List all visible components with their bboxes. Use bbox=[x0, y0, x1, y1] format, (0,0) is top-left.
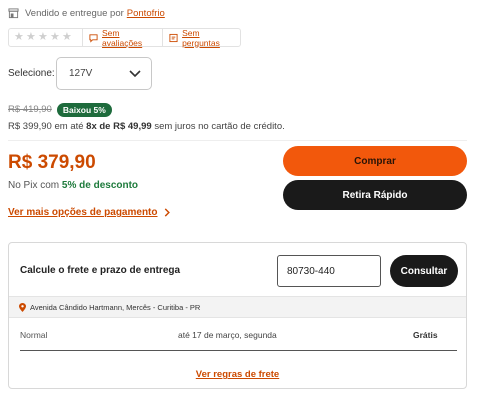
shipping-calculator: Calcule o frete e prazo de entrega Consu… bbox=[8, 242, 467, 389]
delivery-address: Avenida Cândido Hartmann, Mercês - Curit… bbox=[9, 296, 466, 318]
shipping-rules-container: Ver regras de frete bbox=[9, 369, 466, 380]
seller-info: Vendido e entregue por Pontofrio bbox=[8, 5, 165, 21]
buy-button[interactable]: Comprar bbox=[283, 146, 467, 176]
pix-prefix: No Pix com bbox=[8, 180, 60, 191]
star-icon: ★ bbox=[50, 31, 60, 43]
installments-suffix: sem juros no cartão de crédito. bbox=[154, 121, 285, 132]
shipping-price: Grátis bbox=[413, 330, 438, 340]
shipping-eta: até 17 de março, segunda bbox=[178, 330, 277, 340]
store-icon bbox=[8, 7, 19, 18]
questions-link[interactable]: Sem perguntas bbox=[163, 27, 240, 48]
star-icon: ★ bbox=[38, 31, 48, 43]
chat-icon bbox=[89, 33, 98, 43]
rating-summary: ★ ★ ★ ★ ★ Sem avaliações Sem perguntas bbox=[8, 27, 241, 48]
location-pin-icon bbox=[19, 302, 26, 312]
chevron-right-icon bbox=[164, 208, 170, 217]
chevron-down-icon bbox=[129, 69, 141, 77]
discount-badge: Baixou 5% bbox=[56, 102, 112, 117]
shipping-divider bbox=[20, 350, 457, 351]
more-payment-options-link[interactable]: Ver mais opções de pagamento bbox=[8, 207, 171, 218]
star-rating: ★ ★ ★ ★ ★ bbox=[9, 29, 83, 46]
shipping-rules-link[interactable]: Ver regras de frete bbox=[196, 369, 279, 380]
quick-pickup-button[interactable]: Retira Rápido bbox=[283, 180, 467, 210]
star-icon: ★ bbox=[14, 31, 24, 43]
voltage-selected-value: 127V bbox=[69, 68, 93, 79]
voltage-select[interactable]: 127V bbox=[56, 57, 152, 90]
installments-count: 8x de R$ 49,99 bbox=[86, 121, 152, 132]
address-text: Avenida Cândido Hartmann, Mercês - Curit… bbox=[30, 302, 201, 312]
consult-button[interactable]: Consultar bbox=[390, 255, 458, 287]
cep-input[interactable] bbox=[277, 255, 381, 287]
star-icon: ★ bbox=[62, 31, 72, 43]
seller-link[interactable]: Pontofrio bbox=[127, 8, 165, 19]
divider bbox=[8, 140, 467, 141]
reviews-link-label: Sem avaliações bbox=[102, 27, 143, 48]
pix-discount-info: No Pix com 5% de desconto bbox=[8, 180, 138, 191]
seller-prefix: Vendido e entregue por bbox=[25, 7, 124, 19]
shipping-title: Calcule o frete e prazo de entrega bbox=[20, 265, 181, 276]
variant-label: Selecione: bbox=[8, 68, 55, 79]
more-payment-options-label: Ver mais opções de pagamento bbox=[8, 207, 158, 218]
pix-discount: 5% de desconto bbox=[61, 180, 139, 191]
reviews-link[interactable]: Sem avaliações bbox=[83, 27, 164, 48]
shipping-option-row: Normal até 17 de março, segunda Grátis bbox=[9, 328, 466, 346]
question-box-icon bbox=[169, 33, 178, 42]
installments-prefix: R$ 399,90 em até bbox=[8, 121, 84, 132]
star-icon: ★ bbox=[26, 31, 36, 43]
old-price: R$ 419,90 bbox=[8, 104, 52, 115]
old-price-row: R$ 419,90 Baixou 5% bbox=[8, 102, 112, 117]
shipping-type: Normal bbox=[20, 330, 48, 340]
questions-link-label: Sem perguntas bbox=[182, 27, 220, 48]
main-price: R$ 379,90 bbox=[8, 152, 96, 173]
installments-info: R$ 399,90 em até 8x de R$ 49,99 sem juro… bbox=[8, 121, 285, 132]
